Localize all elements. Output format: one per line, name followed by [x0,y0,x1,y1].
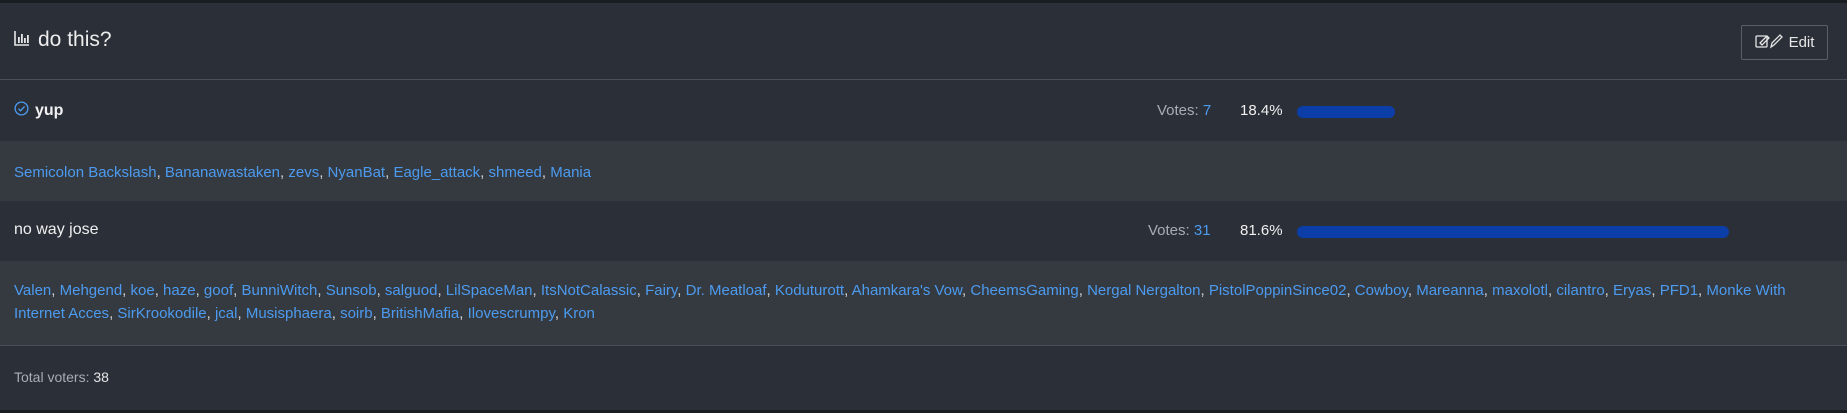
separator: , [1651,282,1660,299]
poll-title: do this? [14,28,112,52]
poll-title-text: do this? [38,28,112,51]
separator: , [376,282,385,299]
voter-link[interactable]: Dr. Meatloaf [686,282,767,299]
voter-link[interactable]: LilSpaceMan [446,282,533,299]
voter-link[interactable]: jcal [215,305,238,322]
separator: , [532,282,541,299]
voter-link[interactable]: SirKrookodile [117,305,206,322]
total-count: 38 [93,369,109,385]
voter-link[interactable]: Fairy [645,282,677,299]
votes-count: Votes: 7 [1157,102,1211,119]
separator: , [636,282,646,299]
voter-link[interactable]: NyanBat [328,164,386,181]
divider [0,345,1847,346]
voters-names: Valen, Mehgend, koe, haze, goof, BunniWi… [14,279,1824,325]
separator: , [480,164,489,181]
check-circle-icon [14,101,29,121]
option-text: no way jose [14,221,99,238]
voter-link[interactable]: Musisphaera [246,305,332,322]
separator: , [206,305,215,322]
separator: , [437,282,446,299]
voter-link[interactable]: BunniWitch [241,282,317,299]
voter-link[interactable]: koe [131,282,155,299]
voter-link[interactable]: Mareanna [1416,282,1484,299]
poll-panel: do this? Edit yup Votes: 7 18.4% Semicol… [0,0,1847,413]
separator: , [319,164,328,181]
separator: , [331,305,341,322]
voter-link[interactable]: CheemsGaming [970,282,1078,299]
voter-link[interactable]: PistolPoppinSince02 [1209,282,1347,299]
separator: , [541,164,551,181]
separator: , [154,282,164,299]
separator: , [677,282,686,299]
voter-link[interactable]: Ahamkara's Vow [852,282,962,299]
votes-number[interactable]: 31 [1194,222,1211,239]
voter-link[interactable]: haze [163,282,196,299]
voter-link[interactable]: salguod [385,282,438,299]
separator: , [195,282,204,299]
voter-link[interactable]: ItsNotCalassic [541,282,637,299]
separator: , [372,305,381,322]
votes-label: Votes: [1157,102,1203,119]
votes-count: Votes: 31 [1148,222,1211,239]
voter-link[interactable]: Mania [550,164,591,181]
separator: , [237,305,246,322]
voter-link[interactable]: Bananawastaken [165,164,280,181]
separator: , [1483,282,1493,299]
edit-button[interactable]: Edit [1741,25,1828,60]
voter-link[interactable]: goof [204,282,233,299]
separator: , [156,164,165,181]
voter-link[interactable]: Koduturott [775,282,844,299]
bar-chart-icon [14,28,30,52]
votes-label: Votes: [1148,222,1194,239]
option-text: yup [35,102,64,119]
separator: , [317,282,326,299]
separator: , [122,282,131,299]
vote-progress-bar [1297,106,1395,118]
separator: , [1407,282,1417,299]
voter-link[interactable]: cilantro [1556,282,1604,299]
option-label: no way jose [14,221,99,239]
option-label: yup [14,101,63,121]
separator: , [554,305,564,322]
voter-link[interactable]: Eagle_attack [393,164,480,181]
separator: , [844,282,852,299]
voters-names: Semicolon Backslash, Bananawastaken, zev… [14,161,591,184]
voters-list-no-way-jose: Valen, Mehgend, koe, haze, goof, BunniWi… [0,261,1847,345]
poll-option-yup[interactable]: yup Votes: 7 18.4% [0,81,1847,141]
separator: , [51,282,60,299]
separator: , [1604,282,1614,299]
voters-list-yup: Semicolon Backslash, Bananawastaken, zev… [0,141,1847,201]
voter-link[interactable]: Mehgend [60,282,123,299]
voter-link[interactable]: soirb [340,305,373,322]
total-label: Total voters: [14,369,94,385]
voter-link[interactable]: Valen [14,282,51,299]
edit-icon [1754,33,1783,53]
separator: , [1078,282,1088,299]
voter-link[interactable]: Ilovescrumpy [468,305,555,322]
voter-link[interactable]: BritishMafia [381,305,459,322]
vote-percent: 18.4% [1240,102,1283,119]
voter-link[interactable]: PFD1 [1660,282,1698,299]
voter-link[interactable]: Cowboy [1355,282,1408,299]
separator: , [1346,282,1355,299]
voter-link[interactable]: Eryas [1613,282,1651,299]
vote-progress-bar [1297,226,1729,238]
separator: , [1200,282,1209,299]
voter-link[interactable]: Kron [563,305,595,322]
voter-link[interactable]: Nergal Nergalton [1087,282,1200,299]
separator: , [459,305,468,322]
total-voters: Total voters: 38 [14,369,109,385]
voter-link[interactable]: shmeed [489,164,542,181]
vote-percent: 81.6% [1240,222,1283,239]
voter-link[interactable]: maxolotl [1492,282,1548,299]
voter-link[interactable]: Semicolon Backslash [14,164,157,181]
votes-number[interactable]: 7 [1203,102,1211,119]
voter-link[interactable]: zevs [288,164,319,181]
voter-link[interactable]: Sunsob [326,282,377,299]
edit-label: Edit [1788,34,1815,51]
separator: , [766,282,775,299]
poll-option-no-way-jose[interactable]: no way jose Votes: 31 81.6% [0,201,1847,261]
poll-header: do this? Edit [0,6,1847,80]
